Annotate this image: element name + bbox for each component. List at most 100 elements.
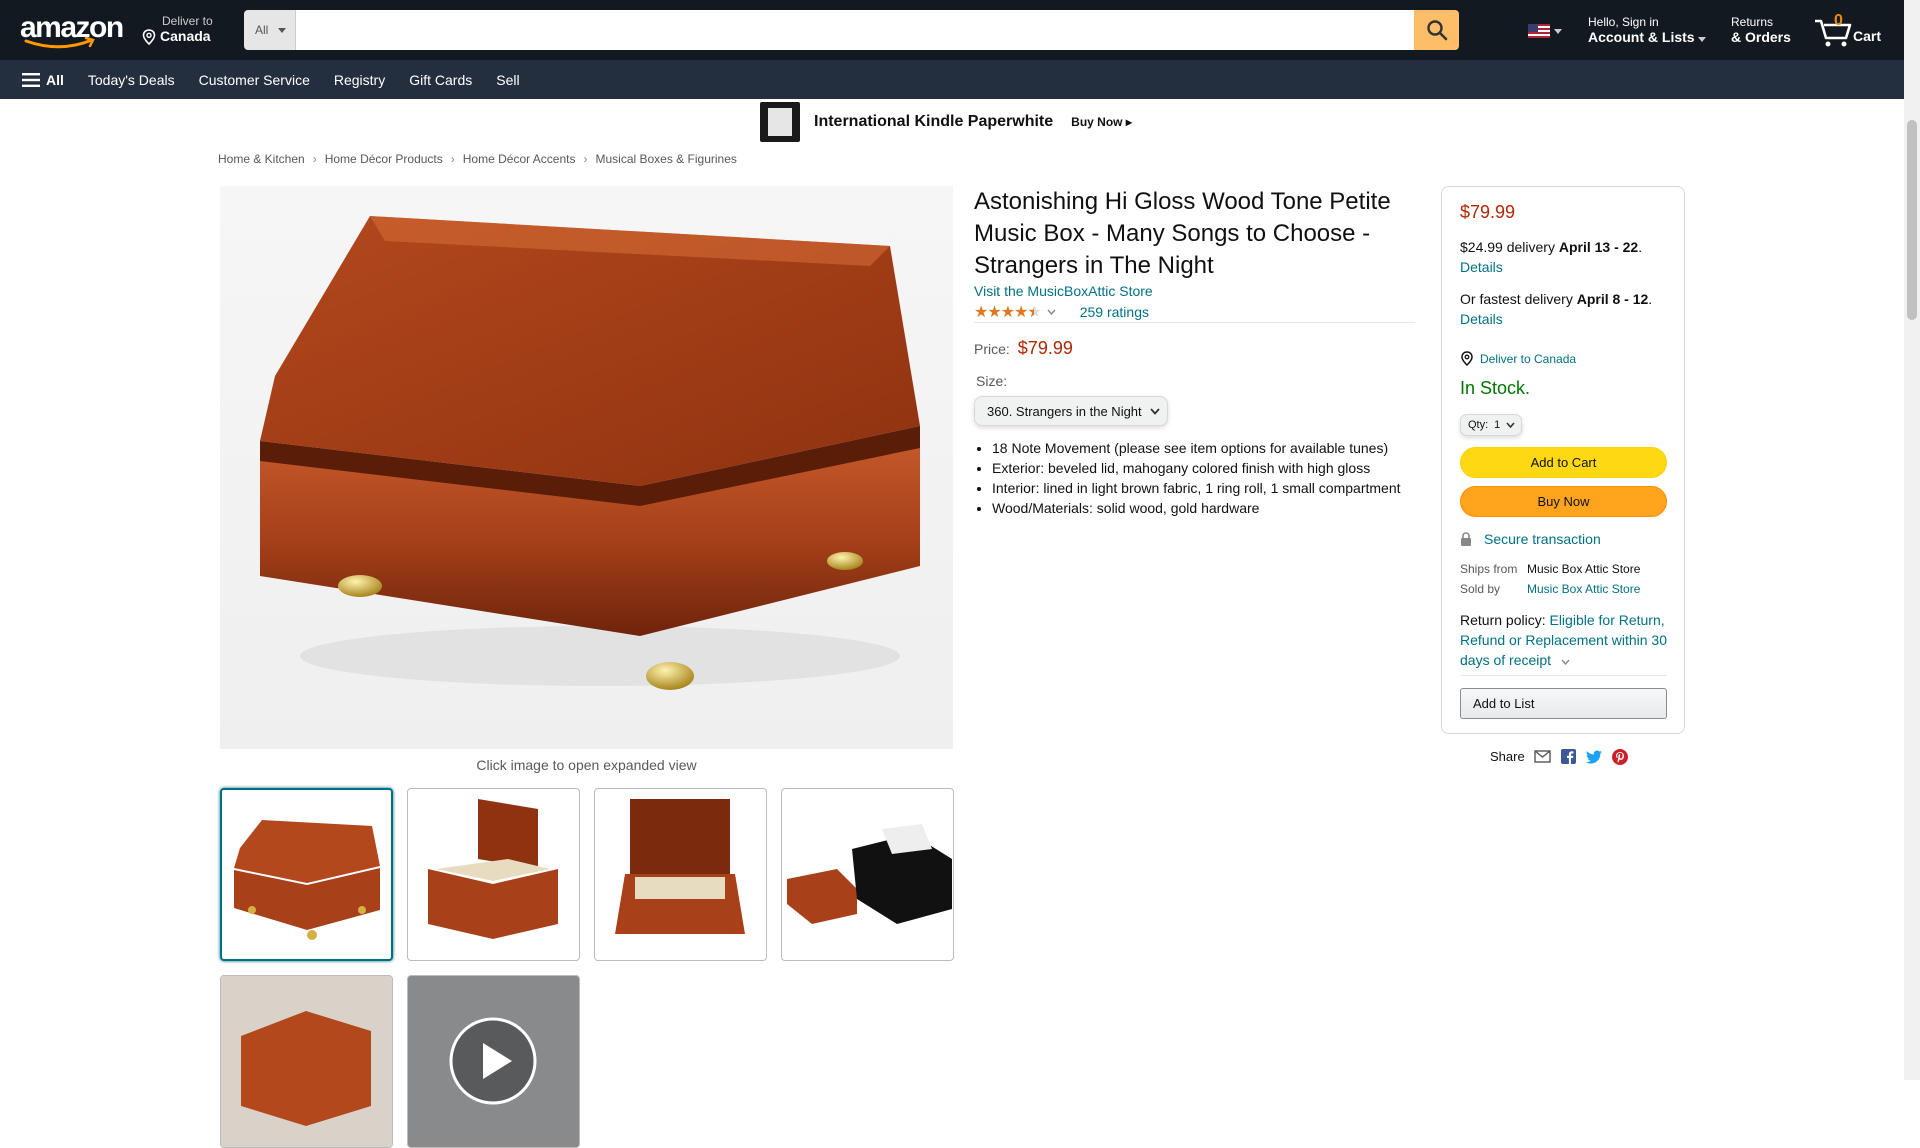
main-product-image[interactable] [220,186,953,749]
location-pin-icon [1461,351,1473,366]
search-input[interactable] [296,10,1414,50]
breadcrumb-separator-icon: › [583,152,588,166]
thumbnail-image[interactable] [594,788,767,961]
size-selected-value: 360. Strangers in the Night [987,403,1142,419]
subnav-item-customer-service[interactable]: Customer Service [199,72,310,88]
return-policy: Return policy: Eligible for Return, Refu… [1460,610,1672,670]
banner-title: International Kindle Paperwhite [814,113,1054,130]
location-pin-icon [142,28,156,45]
thumbnail-image[interactable] [220,975,393,1148]
deliver-to-link[interactable]: Deliver to Canada [1460,351,1576,366]
kindle-device-icon [760,102,800,142]
sold-by-link[interactable]: Music Box Attic Store [1527,582,1640,596]
thumbnail-open-box [428,799,558,939]
search-icon [1426,20,1447,41]
size-label: Size: [976,373,1008,389]
quantity-select[interactable]: Qty: 1 [1460,414,1522,436]
search-category-select[interactable]: All [244,10,296,50]
chevron-down-icon[interactable] [1561,659,1570,666]
thumbnail-box-with-gift-box [787,824,952,924]
subnav-item-todays-deals[interactable]: Today's Deals [88,72,175,88]
delivery-info: $24.99 delivery April 13 - 22. Details [1460,239,1643,275]
sub-nav: All Today's Deals Customer Service Regis… [0,60,1904,99]
returns-orders[interactable]: Returns & Orders [1731,15,1791,46]
language-selector[interactable] [1528,24,1562,38]
sold-by-row: Sold by Music Box Attic Store [1460,582,1640,596]
price-label: Price: [974,341,1010,357]
feature-bullets: 18 Note Movement (please see item option… [992,438,1422,518]
hamburger-icon [22,72,40,87]
cart-icon [1815,19,1852,47]
returns-label: Returns [1731,15,1774,29]
subnav-item-registry[interactable]: Registry [334,72,385,88]
add-to-list-button[interactable]: Add to List [1460,688,1667,719]
feature-bullet: Exterior: beveled lid, mahogany colored … [992,458,1422,478]
price-row: Price: $79.99 [974,338,1073,359]
all-menu-button[interactable]: All [22,72,64,88]
thumbnail-closed-box [234,820,380,940]
feature-bullet: Interior: lined in light brown fabric, 1… [992,478,1422,498]
logo-smile-icon [24,36,95,49]
star-rating-icon[interactable]: ★★★★★★ [974,302,1042,322]
page-scrollbar[interactable] [1904,0,1920,1080]
subnav-item-sell[interactable]: Sell [496,72,519,88]
divider [974,322,1415,323]
add-to-cart-button[interactable]: Add to Cart [1460,447,1667,478]
breadcrumb-item[interactable]: Home & Kitchen [218,152,305,166]
cart-count: 0 [1834,12,1843,29]
delivery-cost: $24.99 delivery [1460,239,1559,255]
caret-down-icon [1698,37,1707,42]
thumbnail-image[interactable] [407,788,580,961]
secure-transaction[interactable]: Secure transaction [1460,531,1601,547]
search-category-label: All [255,23,269,37]
fastest-details-link[interactable]: Details [1460,311,1503,327]
rating-row: ★★★★★★ 259 ratings [974,302,1149,322]
chevron-down-icon [1506,422,1515,428]
breadcrumb-separator-icon: › [312,152,317,166]
feature-bullet: 18 Note Movement (please see item option… [992,438,1422,458]
size-select[interactable]: 360. Strangers in the Night [974,396,1168,426]
cart-button[interactable]: 0 Cart [1814,12,1884,48]
deliver-to-text[interactable]: Deliver to Canada [1480,352,1576,366]
scrollbar-thumb[interactable] [1907,120,1917,320]
amazon-logo[interactable]: amazon [20,13,124,49]
feature-bullet: Wood/Materials: solid wood, gold hardwar… [992,498,1422,518]
breadcrumb-item[interactable]: Home Décor Products [325,152,443,166]
buy-now-button[interactable]: Buy Now [1460,486,1667,517]
store-link[interactable]: Visit the MusicBoxAttic Store [974,283,1153,299]
breadcrumb-separator-icon: › [450,152,455,166]
delivery-date: April 13 - 22 [1558,239,1639,255]
divider [1460,675,1667,676]
fastest-delivery-info: Or fastest delivery April 8 - 12. Detail… [1460,291,1653,327]
account-menu[interactable]: Hello, Sign in Account & Lists [1588,15,1707,46]
search-button[interactable] [1414,10,1459,50]
email-icon[interactable] [1534,749,1551,764]
pinterest-icon[interactable] [1612,748,1629,765]
chevron-down-icon[interactable] [1047,309,1056,315]
qty-value: 1 [1494,419,1501,431]
fastest-delivery-date: April 8 - 12 [1576,291,1649,307]
thumbnail-image[interactable] [220,788,393,961]
ratings-count-link[interactable]: 259 ratings [1080,304,1149,320]
thumbnail-image[interactable] [781,788,954,961]
banner-cta[interactable]: Buy Now ▸ [1071,115,1132,129]
facebook-icon[interactable] [1560,749,1577,764]
product-title: Astonishing Hi Gloss Wood Tone Petite Mu… [974,188,1391,279]
thumbnail-open-box-front [615,799,745,934]
delivery-details-link[interactable]: Details [1460,259,1503,275]
play-icon [449,1017,537,1105]
fastest-delivery-label: Or fastest delivery [1460,291,1577,307]
kindle-banner[interactable]: International Kindle Paperwhite Buy Now … [760,101,1132,143]
twitter-icon[interactable] [1585,749,1603,764]
deliver-to[interactable]: Deliver to Canada [142,14,222,45]
top-nav: amazon Deliver to Canada All Hello, Sign… [0,0,1904,60]
account-lists-label: Account & Lists [1588,29,1695,45]
share-label: Share [1490,749,1525,764]
thumbnail-video[interactable] [407,975,580,1148]
breadcrumb-item[interactable]: Home Décor Accents [463,152,576,166]
deliver-country: Canada [160,28,211,44]
subnav-item-gift-cards[interactable]: Gift Cards [409,72,472,88]
secure-transaction-link[interactable]: Secure transaction [1484,531,1601,547]
breadcrumb-item[interactable]: Musical Boxes & Figurines [595,152,736,166]
caret-down-icon [1554,28,1562,34]
